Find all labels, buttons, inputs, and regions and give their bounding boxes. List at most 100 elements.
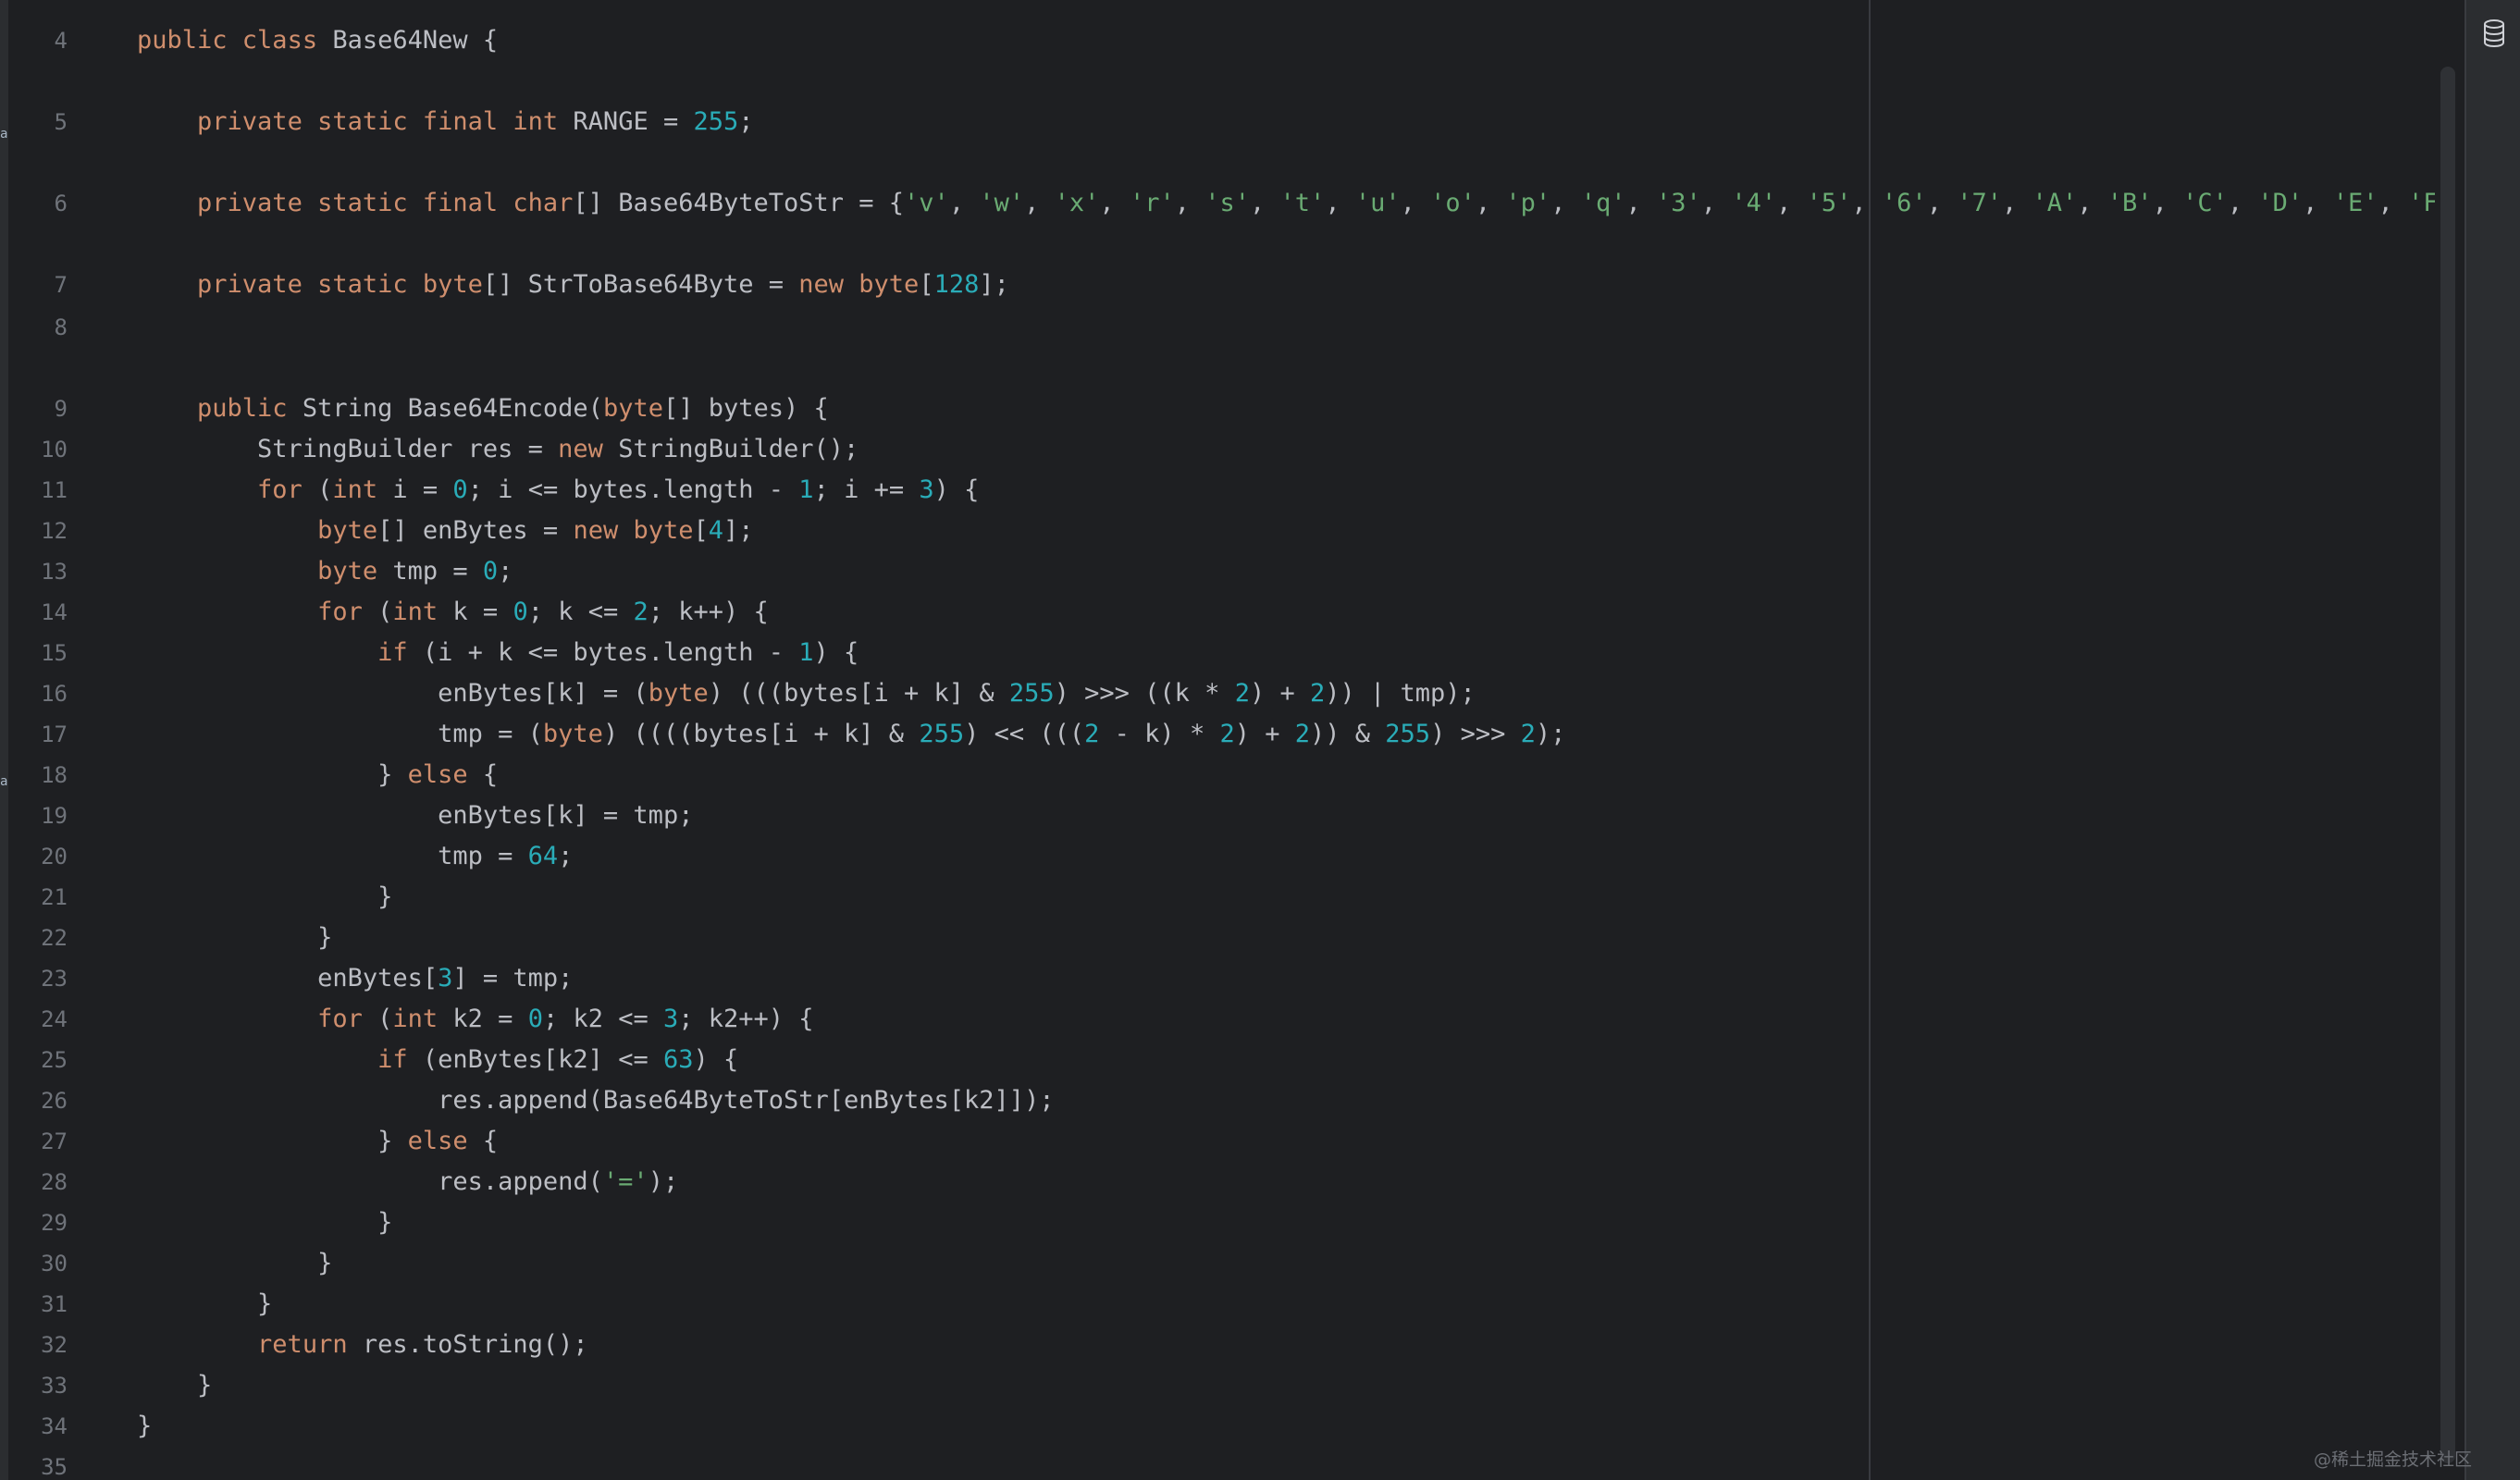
code-token: res.append(	[137, 1167, 603, 1196]
code-line[interactable]: for (int k2 = 0; k2 <= 3; k2++) {	[137, 999, 814, 1040]
code-token: }	[137, 1208, 393, 1237]
code-line[interactable]: byte tmp = 0;	[137, 551, 513, 592]
code-token: (enBytes[k2] <=	[422, 1045, 663, 1074]
code-token: new byte	[798, 270, 920, 299]
line-number: 20	[41, 844, 68, 870]
code-editor[interactable]: a a 4 5 6 7 8 9 10 11 12 13 14 15 16 17 18 19 20 21 22 23 24…	[0, 0, 2464, 1480]
code-token: else	[407, 760, 483, 789]
code-token: else	[407, 1127, 483, 1155]
code-token: byte	[602, 394, 663, 423]
code-line[interactable]: enBytes[k] = (byte) (((bytes[i + k] & 25…	[137, 673, 1476, 714]
code-line[interactable]: byte[] enBytes = new byte[4];	[137, 511, 753, 551]
code-line[interactable]: } else {	[137, 755, 498, 796]
code-token: 'q'	[1580, 189, 1626, 217]
code-token: enBytes[	[137, 964, 439, 993]
code-line[interactable]: }	[137, 1243, 332, 1284]
code-line[interactable]: }	[137, 1365, 212, 1406]
code-token: if	[377, 638, 423, 667]
code-line[interactable]: }	[137, 1284, 272, 1325]
code-token: ) >>> ((k *	[1054, 679, 1235, 708]
code-line[interactable]: private static final char[] Base64ByteTo…	[137, 183, 2464, 224]
line-number: 15	[41, 640, 68, 666]
code-token: 255	[1385, 720, 1431, 748]
right-tool-window-bar	[2464, 0, 2520, 1480]
code-line[interactable]: public String Base64Encode(byte[] bytes)…	[137, 388, 829, 429]
code-area[interactable]: public class Base64New { private static …	[137, 0, 2464, 1480]
line-number: 32	[41, 1332, 68, 1358]
code-token: ];	[979, 270, 1009, 299]
code-line[interactable]: } else {	[137, 1121, 498, 1162]
line-number: 31	[41, 1291, 68, 1317]
code-line[interactable]: }	[137, 1406, 152, 1447]
code-token: 1	[798, 475, 814, 504]
code-token: public	[137, 26, 242, 55]
code-token: ) << (((	[964, 720, 1085, 748]
code-token: ,	[1174, 189, 1205, 217]
code-token: tmp =	[137, 842, 528, 870]
code-line[interactable]: tmp = (byte) ((((bytes[i + k] & 255) << …	[137, 714, 1565, 755]
code-line[interactable]: }	[137, 1202, 392, 1243]
code-token: class	[241, 26, 333, 55]
code-line[interactable]: private static byte[] StrToBase64Byte = …	[137, 265, 1009, 305]
line-number: 16	[41, 681, 68, 707]
line-number: 17	[41, 722, 68, 747]
code-token: for	[317, 598, 378, 626]
code-token: 'D'	[2257, 189, 2304, 217]
code-token: 255	[693, 107, 739, 136]
code-token: StringBuilder();	[618, 435, 859, 463]
line-number: 14	[41, 599, 68, 625]
code-token: {	[482, 760, 499, 789]
scrollbar-thumb[interactable]	[2440, 67, 2455, 1463]
code-token: ,	[2152, 189, 2183, 217]
code-line[interactable]: if (i + k <= bytes.length - 1) {	[137, 633, 859, 673]
code-token: ,	[2378, 189, 2408, 217]
code-token: private static byte	[197, 270, 483, 299]
code-token: tmp = (	[137, 720, 543, 748]
code-token: ,	[1400, 189, 1431, 217]
code-line[interactable]: res.append(Base64ByteToStr[enBytes[k2]])…	[137, 1080, 1054, 1121]
code-token: }	[137, 1412, 153, 1440]
code-line[interactable]: }	[137, 877, 392, 918]
code-line[interactable]: for (int i = 0; i <= bytes.length - 1; i…	[137, 470, 979, 511]
code-line[interactable]: private static final int RANGE = 255;	[137, 102, 753, 142]
code-token: 0	[513, 598, 528, 626]
code-token: 0	[482, 557, 499, 586]
code-token: 255	[1008, 679, 1055, 708]
code-token: k2 =	[452, 1005, 528, 1033]
code-line[interactable]: tmp = 64;	[137, 836, 573, 877]
code-token: ) (((bytes[i + k] &	[708, 679, 1009, 708]
code-token: int	[392, 1005, 453, 1033]
code-token: RANGE =	[573, 107, 694, 136]
code-token: - k) *	[1099, 720, 1220, 748]
code-token: 'C'	[2182, 189, 2228, 217]
line-number: 4	[54, 28, 68, 54]
code-line[interactable]: return res.toString();	[137, 1325, 588, 1365]
code-line[interactable]: enBytes[k] = tmp;	[137, 796, 693, 836]
code-token: new byte	[573, 516, 694, 545]
code-line[interactable]: for (int k = 0; k <= 2; k++) {	[137, 592, 769, 633]
code-token: '3'	[1656, 189, 1701, 217]
code-line[interactable]: }	[137, 918, 332, 958]
code-token: ,	[1550, 189, 1581, 217]
line-number: 18	[41, 762, 68, 788]
code-token: int	[392, 598, 453, 626]
code-line[interactable]: enBytes[3] = tmp;	[137, 958, 573, 999]
line-number: 23	[41, 966, 68, 992]
code-token: ) ((((bytes[i + k] &	[602, 720, 920, 748]
code-line[interactable]: StringBuilder res = new StringBuilder();	[137, 429, 859, 470]
code-token: ,	[1926, 189, 1958, 217]
code-line[interactable]: res.append('=');	[137, 1162, 678, 1202]
code-line[interactable]: if (enBytes[k2] <= 63) {	[137, 1040, 738, 1080]
code-token: 't'	[1279, 189, 1326, 217]
code-token: new	[558, 435, 619, 463]
code-token: ; k <=	[527, 598, 634, 626]
code-token: ,	[1099, 189, 1130, 217]
code-token: ) >>>	[1430, 720, 1521, 748]
database-icon[interactable]	[2479, 17, 2509, 50]
code-token: ,	[1325, 189, 1355, 217]
code-token: }	[137, 1249, 333, 1277]
code-line[interactable]: public class Base64New {	[137, 20, 498, 61]
code-token: byte	[317, 516, 378, 545]
line-number: 29	[41, 1210, 68, 1236]
